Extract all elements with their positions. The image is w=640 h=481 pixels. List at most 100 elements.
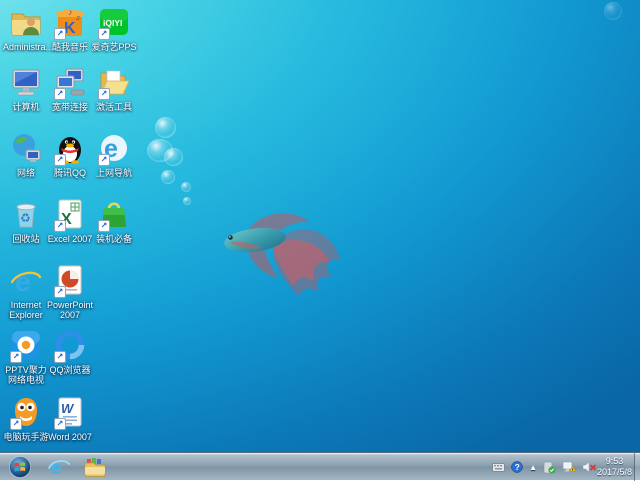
icon-label: 回收站	[3, 234, 49, 244]
svg-text:?: ?	[515, 462, 520, 472]
desktop-icon-network[interactable]: 网络	[3, 132, 49, 178]
desktop-icon-word-2007[interactable]: W ↗ Word 2007	[47, 396, 93, 442]
bubble	[181, 182, 191, 192]
network-warning-tray-icon[interactable]: !	[562, 461, 576, 473]
taskbar-explorer-button[interactable]	[80, 454, 110, 480]
icon-label: 计算机	[3, 102, 49, 112]
bubble	[164, 148, 183, 166]
shortcut-arrow-icon: ↗	[54, 88, 66, 100]
open-folder-icon: ↗	[97, 66, 131, 100]
desktop-icon-iqiyi-pps[interactable]: iQIYI ↗ 爱奇艺PPS	[91, 6, 137, 52]
desktop-icon-administrator[interactable]: Administra...	[3, 6, 49, 52]
start-button[interactable]	[4, 454, 36, 480]
shortcut-arrow-icon: ↗	[98, 28, 110, 40]
bubble	[161, 170, 175, 184]
clock-date: 2017/5/8	[597, 467, 632, 478]
clock-time: 9:53	[606, 456, 624, 467]
shortcut-arrow-icon: ↗	[98, 88, 110, 100]
taskbar-clock[interactable]: 9:53 2017/5/8	[597, 454, 632, 480]
desktop-icon-qq-browser[interactable]: ↗ QQ浏览器	[47, 329, 93, 375]
computer-icon	[9, 66, 43, 100]
taskbar-internet-explorer-button[interactable]: e	[44, 454, 74, 480]
iqiyi-pps-icon: iQIYI ↗	[97, 6, 131, 40]
show-hidden-icons-button[interactable]: ▲	[529, 463, 537, 472]
network-globe-icon	[9, 132, 43, 166]
orange-monster-icon: ↗	[9, 396, 43, 430]
desktop-icon-powerpoint-2007[interactable]: ↗ PowerPoint 2007	[47, 264, 93, 320]
icon-label: 腾讯QQ	[47, 168, 93, 178]
volume-muted-tray-icon[interactable]	[582, 461, 596, 473]
icon-label: 装机必备	[91, 234, 137, 244]
shortcut-arrow-icon: ↗	[98, 154, 110, 166]
taskbar: e ? ▲ ! 9:53 2017/5/8	[0, 452, 640, 480]
desktop-icon-broadband[interactable]: ↗ 宽带连接	[47, 66, 93, 112]
desktop-icon-mobile-game[interactable]: ↗ 电脑玩手游	[3, 396, 49, 442]
svg-text:iQIYI: iQIYI	[103, 18, 122, 28]
desktop-icon-computer[interactable]: 计算机	[3, 66, 49, 112]
kuwo-music-box-icon: K ♪ ♫ ↗	[53, 6, 87, 40]
desktop-icon-web-navigator[interactable]: e ↗ 上网导航	[91, 132, 137, 178]
bubble	[183, 197, 191, 205]
internet-explorer-icon: e	[9, 264, 43, 298]
help-tray-icon[interactable]: ?	[511, 461, 523, 473]
shortcut-arrow-icon: ↗	[54, 220, 66, 232]
icon-label: PowerPoint 2007	[47, 300, 93, 320]
icon-label: 电脑玩手游	[3, 432, 49, 442]
bubble	[155, 117, 176, 138]
icon-label: 爱奇艺PPS	[91, 42, 137, 52]
desktop-icon-tencent-qq[interactable]: ↗ 腾讯QQ	[47, 132, 93, 178]
desktop-wallpaper: Administra... K ♪ ♫ ↗ 酷我音乐 iQIYI ↗ 爱奇艺PP…	[0, 0, 640, 480]
internet-explorer-icon: e	[48, 456, 70, 478]
desktop-icon-internet-explorer[interactable]: e Internet Explorer	[3, 264, 49, 320]
shortcut-arrow-icon: ↗	[10, 418, 22, 430]
system-tray: ? ▲ !	[492, 453, 596, 481]
recycle-bin-icon: ♻	[9, 198, 43, 232]
shortcut-arrow-icon: ↗	[10, 351, 22, 363]
show-desktop-button[interactable]	[634, 453, 640, 481]
icon-label: Internet Explorer	[3, 300, 49, 320]
blue-e-icon: e ↗	[97, 132, 131, 166]
icon-label: 激活工具	[91, 102, 137, 112]
desktop-icon-kuwo-music[interactable]: K ♪ ♫ ↗ 酷我音乐	[47, 6, 93, 52]
icon-label: 上网导航	[91, 168, 137, 178]
icon-label: Administra...	[3, 42, 49, 52]
qq-penguin-icon: ↗	[53, 132, 87, 166]
desktop-icon-activation-tools[interactable]: ↗ 激活工具	[91, 66, 137, 112]
pptv-icon: ↗	[9, 329, 43, 363]
svg-text:W: W	[61, 401, 75, 416]
svg-text:♪: ♪	[68, 7, 73, 17]
svg-text:e: e	[15, 266, 31, 296]
broadband-connection-icon: ↗	[53, 66, 87, 100]
icon-label: Excel 2007	[47, 234, 93, 244]
keyboard-tray-icon[interactable]	[492, 463, 505, 472]
qq-browser-icon: ↗	[53, 329, 87, 363]
folder-icon	[83, 456, 107, 478]
green-bag-icon: ↗	[97, 198, 131, 232]
excel-2007-icon: X ↗	[53, 198, 87, 232]
shortcut-arrow-icon: ↗	[98, 220, 110, 232]
shortcut-arrow-icon: ↗	[54, 418, 66, 430]
user-folder-icon	[9, 6, 43, 40]
icon-label: 网络	[3, 168, 49, 178]
svg-text:♫: ♫	[75, 15, 80, 22]
desktop-icon-recycle-bin[interactable]: ♻ 回收站	[3, 198, 49, 244]
icon-label: PPTV聚力 网络电视	[3, 365, 49, 385]
icon-label: Word 2007	[47, 432, 93, 442]
desktop-icon-essential-software[interactable]: ↗ 装机必备	[91, 198, 137, 244]
svg-text:♻: ♻	[20, 211, 31, 225]
desktop-icon-pptv[interactable]: ↗ PPTV聚力 网络电视	[3, 329, 49, 385]
shortcut-arrow-icon: ↗	[54, 154, 66, 166]
icon-label: 宽带连接	[47, 102, 93, 112]
word-2007-icon: W ↗	[53, 396, 87, 430]
shortcut-arrow-icon: ↗	[54, 286, 66, 298]
icon-label: QQ浏览器	[47, 365, 93, 375]
shortcut-arrow-icon: ↗	[54, 351, 66, 363]
bubble	[604, 2, 622, 20]
safety-check-tray-icon[interactable]	[543, 461, 556, 474]
betta-fish	[218, 198, 344, 302]
shortcut-arrow-icon: ↗	[54, 28, 66, 40]
powerpoint-2007-icon: ↗	[53, 264, 87, 298]
desktop-icon-excel-2007[interactable]: X ↗ Excel 2007	[47, 198, 93, 244]
icon-label: 酷我音乐	[47, 42, 93, 52]
windows-logo-icon	[8, 455, 32, 479]
